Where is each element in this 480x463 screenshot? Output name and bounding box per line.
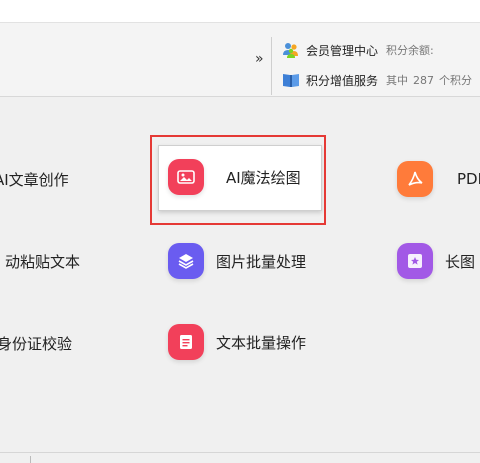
- points-detail-prefix: 其中: [386, 74, 409, 87]
- tool-pdf[interactable]: PDF: [397, 159, 480, 199]
- tool-label: 图片批量处理: [216, 252, 307, 271]
- tool-label: 长图: [445, 252, 476, 271]
- highlight-annotation-box: [150, 135, 326, 225]
- more-chevron-button[interactable]: »: [255, 51, 264, 67]
- points-service-row[interactable]: 积分增值服务 其中 287 个积分: [282, 69, 472, 91]
- tool-long-image[interactable]: 长图: [397, 241, 475, 281]
- layers-icon: [168, 243, 204, 279]
- long-image-icon: [397, 243, 433, 279]
- tool-label: 文本批量操作: [216, 333, 307, 352]
- member-center-row[interactable]: 会员管理中心 积分余额:: [282, 39, 434, 61]
- tool-id-card-check[interactable]: 身份证校验: [0, 323, 72, 363]
- tool-label: AI文章创作: [0, 170, 69, 189]
- tool-label: 动粘贴文本: [5, 252, 81, 271]
- users-icon: [282, 41, 300, 59]
- document-icon: [168, 324, 204, 360]
- bottom-status-bar: [0, 452, 480, 463]
- points-balance-label: 积分余额:: [386, 44, 434, 57]
- points-service-link[interactable]: 积分增值服务: [306, 72, 378, 89]
- window-top-strip: [0, 0, 480, 22]
- points-detail-count: 287: [413, 73, 435, 87]
- toolbar-divider: [271, 37, 272, 95]
- tool-label: PDF: [457, 170, 480, 188]
- tool-label: 身份证校验: [0, 334, 73, 353]
- tool-ai-article[interactable]: AI文章创作: [0, 159, 69, 199]
- tool-image-batch[interactable]: 图片批量处理: [168, 241, 306, 281]
- member-center-link[interactable]: 会员管理中心: [306, 42, 378, 59]
- tool-auto-paste-text[interactable]: 动粘贴文本: [5, 241, 80, 281]
- pdf-icon: [397, 161, 433, 197]
- toolbar: » 会员管理中心 积分余额: 积分增值服务 其中 287 个积分: [0, 22, 480, 97]
- book-icon: [282, 71, 300, 89]
- tool-text-batch[interactable]: 文本批量操作: [168, 322, 306, 362]
- points-detail-suffix: 个积分: [439, 74, 473, 87]
